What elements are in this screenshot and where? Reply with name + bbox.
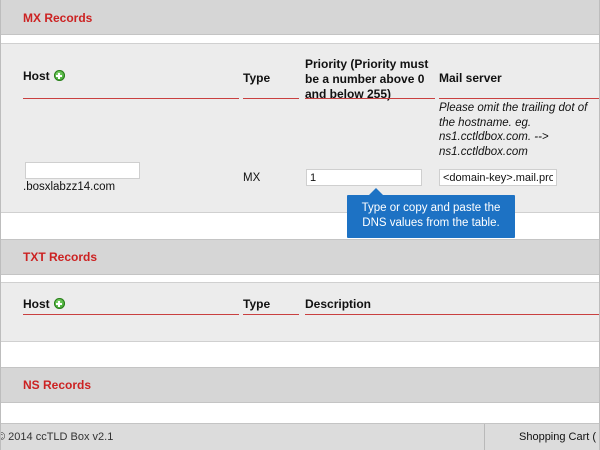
add-host-icon[interactable] [53, 70, 65, 81]
mx-host-header: Host [23, 69, 65, 84]
priority-header-line-1: Priority (Priority must [305, 57, 429, 71]
priority-header-line-3: and below 255) [305, 87, 392, 101]
txt-host-header: Host [23, 297, 65, 312]
instruction-tooltip: Type or copy and paste the DNS values fr… [347, 188, 515, 238]
mx-host-input[interactable] [25, 162, 140, 179]
txt-description-header: Description [305, 297, 372, 311]
tooltip-line-1: Type or copy and paste the [361, 202, 501, 214]
txt-records-title: TXT Records [23, 250, 98, 264]
txt-records-header: TXT Records [1, 239, 599, 275]
tooltip-line-2: DNS values from the table. [362, 217, 500, 229]
ns-records-title: NS Records [23, 378, 92, 392]
note-line-3: ns1.cctldbox.com. --> [439, 131, 549, 143]
ns-records-header: NS Records [1, 367, 599, 403]
shopping-cart-link[interactable]: Shopping Cart ( 0 [519, 431, 599, 443]
priority-header-line-2: be a number above 0 [305, 72, 425, 86]
mx-host-underline [23, 98, 239, 99]
mx-host-label: Host [23, 69, 50, 83]
mx-host-domain-suffix: .bosxlabzz14.com [23, 181, 116, 193]
note-line-1: Please omit the trailing dot of [439, 102, 588, 114]
txt-type-underline [243, 314, 299, 315]
mx-mail-server-underline [439, 98, 599, 99]
mail-server-note: Please omit the trailing dot of the host… [439, 101, 587, 159]
mx-mail-server-input[interactable] [439, 169, 557, 186]
mx-mail-server-header: Mail server [439, 71, 502, 85]
mx-priority-underline [305, 98, 435, 99]
mx-type-value: MX [243, 172, 261, 184]
add-txt-host-icon[interactable] [53, 298, 65, 309]
copyright-text: © 2014 ccTLD Box v2.1 [0, 431, 114, 443]
txt-host-label: Host [23, 297, 50, 311]
dns-records-page: MX Records Host Type Priority (Priority … [0, 0, 600, 450]
txt-type-header: Type [243, 297, 271, 311]
mx-type-underline [243, 98, 299, 99]
mx-type-header: Type [243, 71, 271, 85]
footer-bar: © 2014 ccTLD Box v2.1 Shopping Cart ( 0 [0, 423, 599, 450]
txt-records-table: Host Type Description [1, 282, 599, 342]
txt-description-underline [305, 314, 599, 315]
txt-host-underline [23, 314, 239, 315]
note-line-2: the hostname. eg. [439, 116, 532, 129]
note-line-4: ns1.cctldbox.com [439, 145, 528, 158]
mx-records-table: Host Type Priority (Priority must be a n… [1, 43, 599, 213]
mx-priority-header: Priority (Priority must be a number abov… [305, 57, 428, 102]
footer-divider [484, 424, 485, 450]
mx-records-title: MX Records [23, 11, 93, 25]
mx-records-header: MX Records [1, 0, 599, 35]
mx-priority-input[interactable] [306, 169, 422, 186]
